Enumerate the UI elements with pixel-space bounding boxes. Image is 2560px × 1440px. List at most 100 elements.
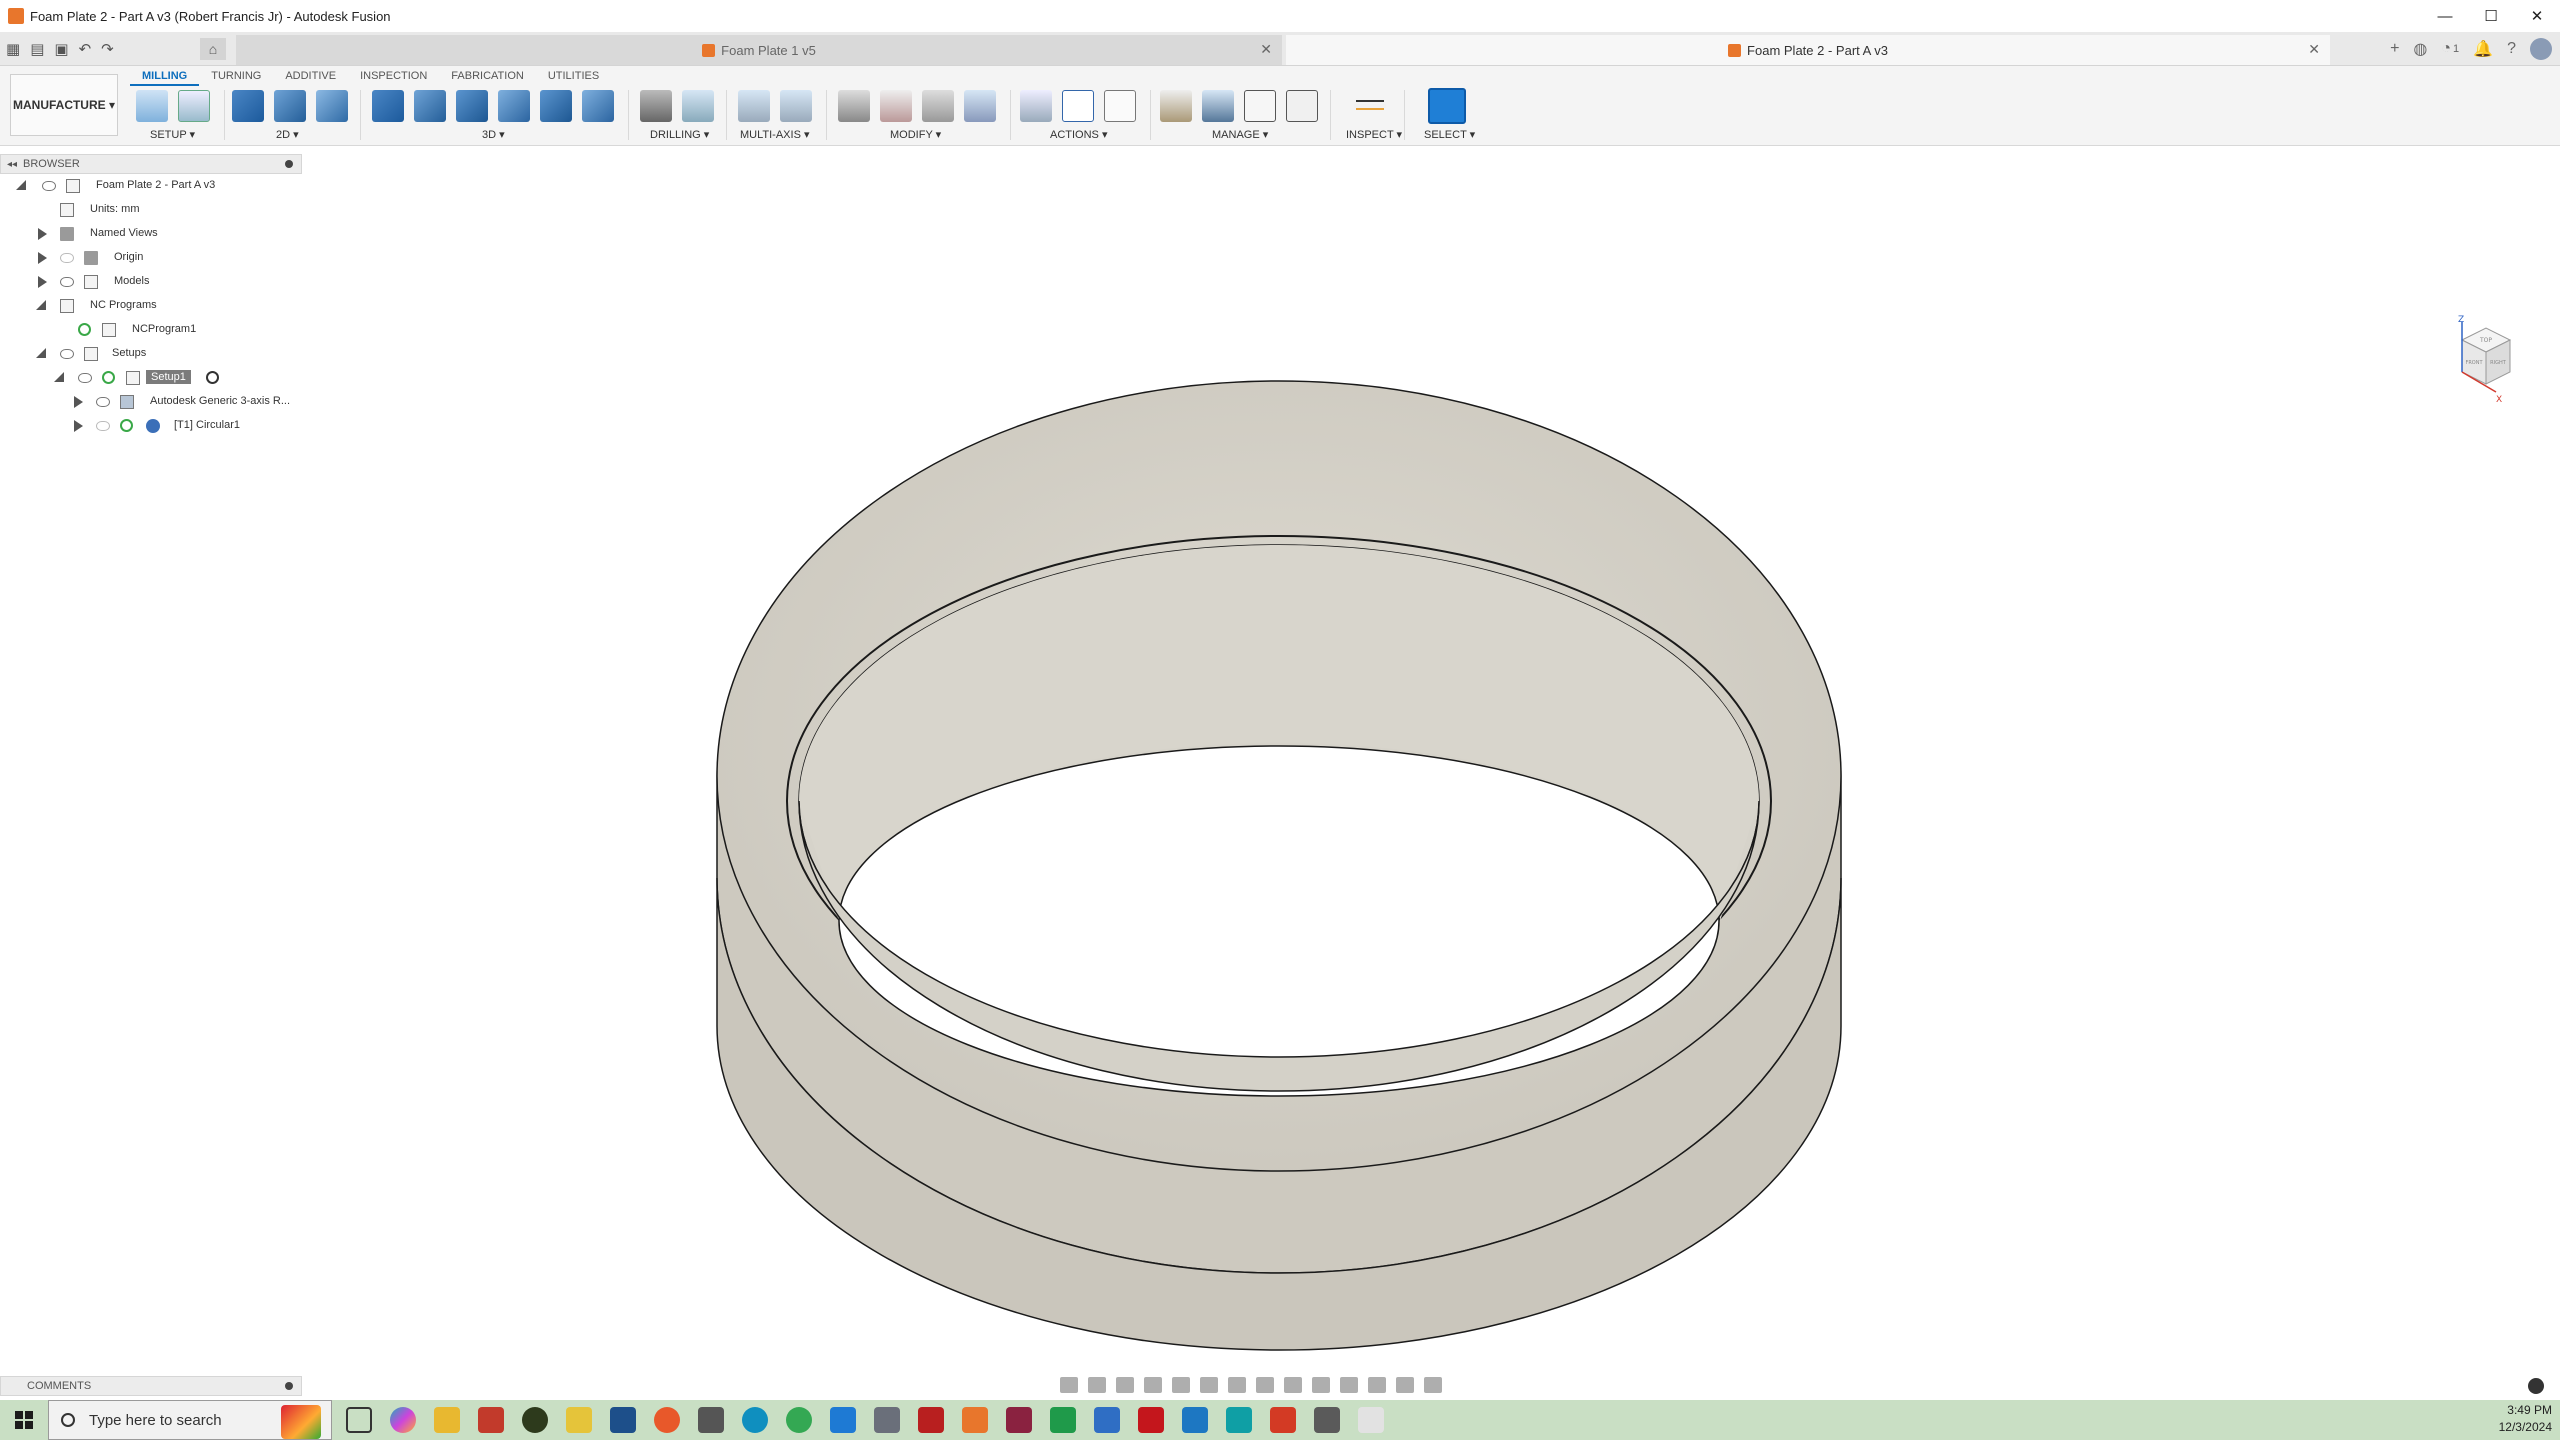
contour-icon[interactable] (582, 90, 614, 122)
arduino-icon[interactable] (1226, 1407, 1252, 1433)
app-c-icon[interactable] (1182, 1407, 1208, 1433)
view-cube[interactable]: TOP FRONT RIGHT Z X (2446, 314, 2518, 414)
3d-adaptive-icon[interactable] (372, 90, 404, 122)
acrobat-icon[interactable] (1138, 1407, 1164, 1433)
workspace-switcher[interactable]: MANUFACTURE ▾ (10, 74, 118, 136)
setup-sheet-icon[interactable] (1104, 90, 1136, 122)
modify-group-label[interactable]: MODIFY ▾ (890, 128, 941, 141)
visibility-eye-icon[interactable] (60, 349, 74, 359)
visibility-eye-icon[interactable] (60, 277, 74, 287)
app-doc-icon[interactable] (1358, 1407, 1384, 1433)
2d-pocket-icon[interactable] (274, 90, 306, 122)
multi-axis-swarf-icon[interactable] (738, 90, 770, 122)
collapse-panel-icon[interactable]: ◂◂ (1, 159, 23, 170)
tab-additive[interactable]: ADDITIVE (273, 68, 348, 86)
tree-item-ncprogram1[interactable]: NCProgram1 (0, 318, 302, 342)
expand-arrow-icon[interactable] (54, 372, 64, 382)
app-pen-icon[interactable] (566, 1407, 592, 1433)
tree-item-setups[interactable]: Setups (0, 342, 302, 366)
tree-item-circular1[interactable]: [T1] Circular1 (0, 414, 302, 438)
calculator-icon[interactable] (1314, 1407, 1340, 1433)
chrome-icon[interactable] (786, 1407, 812, 1433)
firefox-icon[interactable] (654, 1407, 680, 1433)
section-icon[interactable] (1284, 1377, 1302, 1393)
2d-adaptive-icon[interactable] (232, 90, 264, 122)
2d-group-label[interactable]: 2D ▾ (276, 128, 299, 141)
simulation-display-icon[interactable] (1312, 1377, 1330, 1393)
vscode-icon[interactable] (830, 1407, 856, 1433)
new-setup-icon[interactable] (136, 90, 168, 122)
tab-utilities[interactable]: UTILITIES (536, 68, 611, 86)
face-icon[interactable] (316, 90, 348, 122)
copilot-icon[interactable] (390, 1407, 416, 1433)
apps-grid-icon[interactable]: ▦ (6, 40, 20, 58)
notifications-icon[interactable]: 🔔 (2473, 39, 2493, 59)
expand-arrow-icon[interactable] (36, 300, 46, 310)
app-green-icon[interactable] (1050, 1407, 1076, 1433)
look-at-icon[interactable] (1088, 1377, 1106, 1393)
close-tab-icon[interactable]: ✕ (2308, 41, 2320, 58)
fit-icon[interactable] (1172, 1377, 1190, 1393)
app-red-icon[interactable] (1270, 1407, 1296, 1433)
redo-icon[interactable]: ↷ (101, 40, 114, 58)
expand-arrow-icon[interactable] (74, 420, 83, 432)
tree-item-machine[interactable]: Autodesk Generic 3-axis R... (0, 390, 302, 414)
post-process-icon[interactable] (1062, 90, 1094, 122)
job-status-icon[interactable]: ◔ (2441, 40, 2451, 58)
user-avatar[interactable] (2530, 38, 2552, 60)
app-cs-icon[interactable] (478, 1407, 504, 1433)
close-tab-icon[interactable]: ✕ (1260, 41, 1272, 58)
select-icon[interactable] (1428, 88, 1466, 124)
expand-arrow-icon[interactable] (74, 396, 83, 408)
task-view-icon[interactable] (346, 1407, 372, 1433)
drilling-group-label[interactable]: DRILLING ▾ (650, 128, 709, 141)
manage-group-label[interactable]: MANAGE ▾ (1212, 128, 1268, 141)
help-icon[interactable]: ? (2507, 40, 2516, 58)
activate-target-icon[interactable] (206, 371, 219, 384)
file-explorer-icon[interactable] (434, 1407, 460, 1433)
3d-viewport[interactable]: TOP FRONT RIGHT Z X (0, 146, 2560, 1400)
drill-icon[interactable] (640, 90, 672, 122)
grid-icon[interactable] (1228, 1377, 1246, 1393)
app-console-icon[interactable] (698, 1407, 724, 1433)
pin-icon[interactable] (285, 160, 293, 168)
post-library-icon[interactable] (1244, 90, 1276, 122)
visibility-eye-icon[interactable] (60, 253, 74, 263)
tree-item-models[interactable]: Models (0, 270, 302, 294)
model-canvas[interactable] (0, 146, 2560, 1400)
home-button[interactable]: ⌂ (200, 38, 226, 60)
close-window-button[interactable]: ✕ (2514, 0, 2560, 32)
app-round-icon[interactable] (522, 1407, 548, 1433)
effects-icon[interactable] (1424, 1377, 1442, 1393)
taskbar-search[interactable]: Type here to search (48, 1400, 332, 1440)
visibility-eye-icon[interactable] (96, 397, 110, 407)
scissors-icon[interactable] (838, 90, 870, 122)
visibility-eye-icon[interactable] (96, 421, 110, 431)
delete-toolpath-icon[interactable] (880, 90, 912, 122)
edit-toolpath-icon[interactable] (922, 90, 954, 122)
tab-fabrication[interactable]: FABRICATION (439, 68, 536, 86)
save-icon[interactable]: ▣ (54, 40, 68, 58)
tree-item-nc-programs[interactable]: NC Programs (0, 294, 302, 318)
orbit-icon[interactable] (1060, 1377, 1078, 1393)
pocket-clearing-icon[interactable] (414, 90, 446, 122)
pin-icon[interactable] (285, 1382, 293, 1390)
viewports-icon[interactable] (1256, 1377, 1274, 1393)
tool-library-icon[interactable] (1160, 90, 1192, 122)
app-orange-icon[interactable] (962, 1407, 988, 1433)
viewport-settings-icon[interactable] (2528, 1378, 2544, 1394)
tab-foam-plate-2[interactable]: Foam Plate 2 - Part A v3 ✕ (1286, 35, 2330, 65)
nc-program-icon[interactable] (178, 90, 210, 122)
parallel-icon[interactable] (498, 90, 530, 122)
display-settings-icon[interactable] (1200, 1377, 1218, 1393)
expand-arrow-icon[interactable] (38, 252, 47, 264)
scallop-icon[interactable] (540, 90, 572, 122)
extensions-icon[interactable]: ◍ (2413, 39, 2427, 59)
tree-item-units[interactable]: Units: mm (0, 198, 302, 222)
toolpath-settings-icon[interactable] (964, 90, 996, 122)
comments-panel[interactable]: COMMENTS (0, 1376, 302, 1396)
visibility-eye-icon[interactable] (42, 181, 56, 191)
expand-arrow-icon[interactable] (36, 348, 46, 358)
actions-group-label[interactable]: ACTIONS ▾ (1050, 128, 1107, 141)
machine-library-icon[interactable] (1202, 90, 1234, 122)
